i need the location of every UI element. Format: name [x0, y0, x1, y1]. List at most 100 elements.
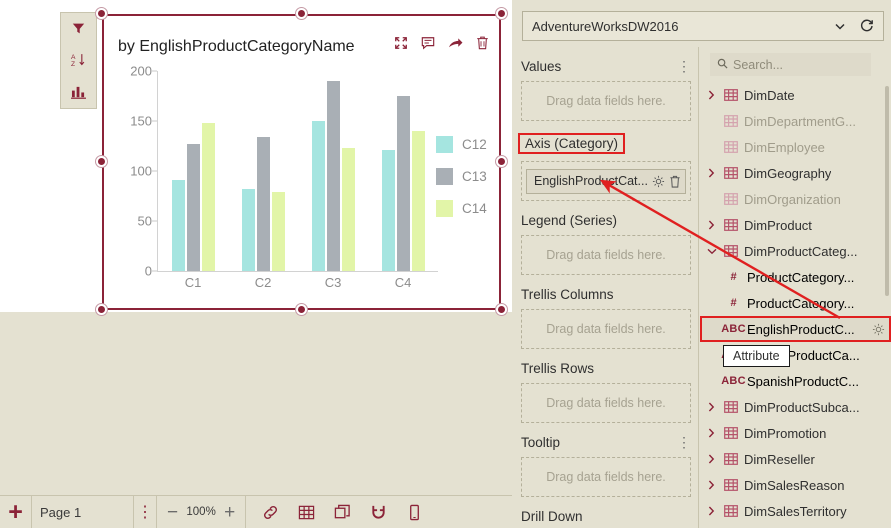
search-input[interactable]: Search...: [710, 53, 871, 76]
bar-c12-c4[interactable]: [381, 150, 395, 271]
binding-well-trellis-columns: Trellis Columns Drag data fields here.: [521, 287, 691, 349]
add-page-button[interactable]: +: [0, 496, 31, 528]
well-dropzone[interactable]: EnglishProductCat...: [521, 161, 691, 201]
zoom-out-button[interactable]: −: [167, 503, 178, 522]
tree-node-dimdate[interactable]: DimDate: [700, 82, 891, 108]
well-dropzone[interactable]: Drag data fields here.: [521, 383, 691, 423]
resize-handle-top-center[interactable]: [296, 8, 307, 19]
resize-handle-bottom-center[interactable]: [296, 304, 307, 315]
legend-item[interactable]: C14: [436, 200, 487, 217]
tree-node-dimreseller[interactable]: DimReseller: [700, 446, 891, 472]
tree-node-label: ProductCategory...: [747, 269, 855, 285]
legend-item[interactable]: C13: [436, 168, 487, 185]
share-icon[interactable]: [448, 37, 463, 50]
resize-handle-top-left[interactable]: [96, 8, 107, 19]
chart-widget[interactable]: by EnglishProductCategoryName 0 50 100 1…: [101, 13, 502, 311]
resize-handle-bottom-right[interactable]: [496, 304, 507, 315]
bar-c12-c2[interactable]: [241, 189, 255, 271]
bar-c14-c1[interactable]: [201, 123, 215, 271]
tree-node-dimproduct[interactable]: DimProduct: [700, 212, 891, 238]
page-menu-kebab[interactable]: ⋮: [134, 496, 156, 528]
resize-handle-middle-left[interactable]: [96, 156, 107, 167]
tree-node-dimgeography[interactable]: DimGeography: [700, 160, 891, 186]
delete-icon[interactable]: [476, 36, 489, 50]
chevron-right-icon[interactable]: [706, 454, 717, 464]
bar-c13-c2[interactable]: [256, 137, 270, 271]
bar-c12-c1[interactable]: [171, 180, 185, 271]
bar-c14-c3[interactable]: [341, 148, 355, 271]
well-menu-kebab[interactable]: ⋮: [677, 59, 691, 73]
zoom-control: − 100% +: [156, 495, 247, 528]
tree-node-spanishproductc[interactable]: ABC SpanishProductC...: [700, 368, 891, 394]
well-dropzone[interactable]: Drag data fields here.: [521, 81, 691, 121]
layers-icon[interactable]: [334, 504, 351, 521]
bar-c14-c2[interactable]: [271, 192, 285, 271]
comment-icon[interactable]: [421, 36, 435, 50]
field-pill[interactable]: EnglishProductCat...: [526, 168, 686, 194]
zoom-in-button[interactable]: +: [224, 503, 235, 522]
trash-icon[interactable]: [669, 175, 681, 188]
well-menu-kebab[interactable]: ⋮: [677, 435, 691, 449]
resize-handle-bottom-left[interactable]: [96, 304, 107, 315]
mobile-icon[interactable]: [406, 504, 423, 521]
report-canvas-area: A Z by EnglishProductCategoryName 0 50 1…: [0, 0, 512, 495]
tree-node-dimpromotion[interactable]: DimPromotion: [700, 420, 891, 446]
chevron-right-icon[interactable]: [706, 506, 717, 516]
link-icon[interactable]: [262, 504, 279, 521]
field-pill-label: EnglishProductCat...: [534, 174, 648, 188]
page-tab-page-1[interactable]: Page 1: [31, 495, 134, 528]
tree-scrollbar[interactable]: [885, 86, 889, 296]
tree-node-dimdepartmentg[interactable]: DimDepartmentG...: [700, 108, 891, 134]
resize-handle-middle-right[interactable]: [496, 156, 507, 167]
tree-node-englishproductc[interactable]: ABC EnglishProductC...: [700, 316, 891, 342]
chevron-right-icon[interactable]: [706, 480, 717, 490]
resize-handle-top-right[interactable]: [496, 8, 507, 19]
tree-node-productcategory[interactable]: # ProductCategory...: [700, 290, 891, 316]
well-dropzone[interactable]: Drag data fields here.: [521, 309, 691, 349]
tree-node-dimemployee[interactable]: DimEmployee: [700, 134, 891, 160]
chevron-right-icon[interactable]: [706, 220, 717, 230]
tree-node-dimproductcateg[interactable]: DimProductCateg...: [700, 238, 891, 264]
bar-group: [381, 71, 425, 271]
tree-node-dimsalesterritory[interactable]: DimSalesTerritory: [700, 498, 891, 524]
tree-node-label: SpanishProductC...: [747, 373, 860, 389]
chevron-right-icon[interactable]: [706, 402, 717, 412]
refresh-icon[interactable]: [860, 19, 874, 33]
chevron-right-icon[interactable]: [706, 90, 717, 100]
filter-icon[interactable]: [66, 16, 92, 42]
well-dropzone[interactable]: Drag data fields here.: [521, 235, 691, 275]
bar-c13-c3[interactable]: [326, 81, 340, 271]
tree-node-dimproductsubca[interactable]: DimProductSubca...: [700, 394, 891, 420]
well-title-label: Values: [521, 59, 562, 74]
well-title: Drill Down: [521, 509, 691, 524]
bar-c13-c1[interactable]: [186, 144, 200, 271]
well-title-label: Axis (Category): [525, 136, 619, 151]
dropzone-placeholder: Drag data fields here.: [546, 94, 666, 108]
maximize-icon[interactable]: [394, 36, 408, 50]
bar-c14-c4[interactable]: [411, 131, 425, 271]
chart-type-icon[interactable]: [66, 79, 92, 105]
chevron-right-icon[interactable]: [706, 168, 717, 178]
gear-icon[interactable]: [872, 323, 885, 336]
dropzone-placeholder: Drag data fields here.: [546, 322, 666, 336]
datasource-selector[interactable]: AdventureWorksDW2016: [522, 11, 884, 41]
sort-az-icon[interactable]: A Z: [66, 47, 92, 73]
search-placeholder: Search...: [733, 57, 784, 72]
bar-c13-c4[interactable]: [396, 96, 410, 271]
legend-swatch: [436, 200, 453, 217]
tree-node-dimsalesreason[interactable]: DimSalesReason: [700, 472, 891, 498]
gear-icon[interactable]: [652, 175, 665, 188]
chevron-right-icon[interactable]: [706, 428, 717, 438]
legend-item[interactable]: C12: [436, 136, 487, 153]
magnet-icon[interactable]: [370, 504, 387, 521]
chevron-down-icon[interactable]: [706, 248, 717, 255]
tree-node-productcategory[interactable]: # ProductCategory...: [700, 264, 891, 290]
grid-icon[interactable]: [298, 504, 315, 521]
binding-well-axis-category: Axis (Category) EnglishProductCat...: [518, 121, 691, 201]
tree-node-dimorganization[interactable]: DimOrganization: [700, 186, 891, 212]
chevron-down-icon[interactable]: [834, 20, 846, 32]
bar-c12-c3[interactable]: [311, 121, 325, 271]
chart-bars: [158, 71, 438, 271]
well-dropzone[interactable]: Drag data fields here.: [521, 457, 691, 497]
tooltip-attribute: Attribute: [723, 345, 790, 367]
